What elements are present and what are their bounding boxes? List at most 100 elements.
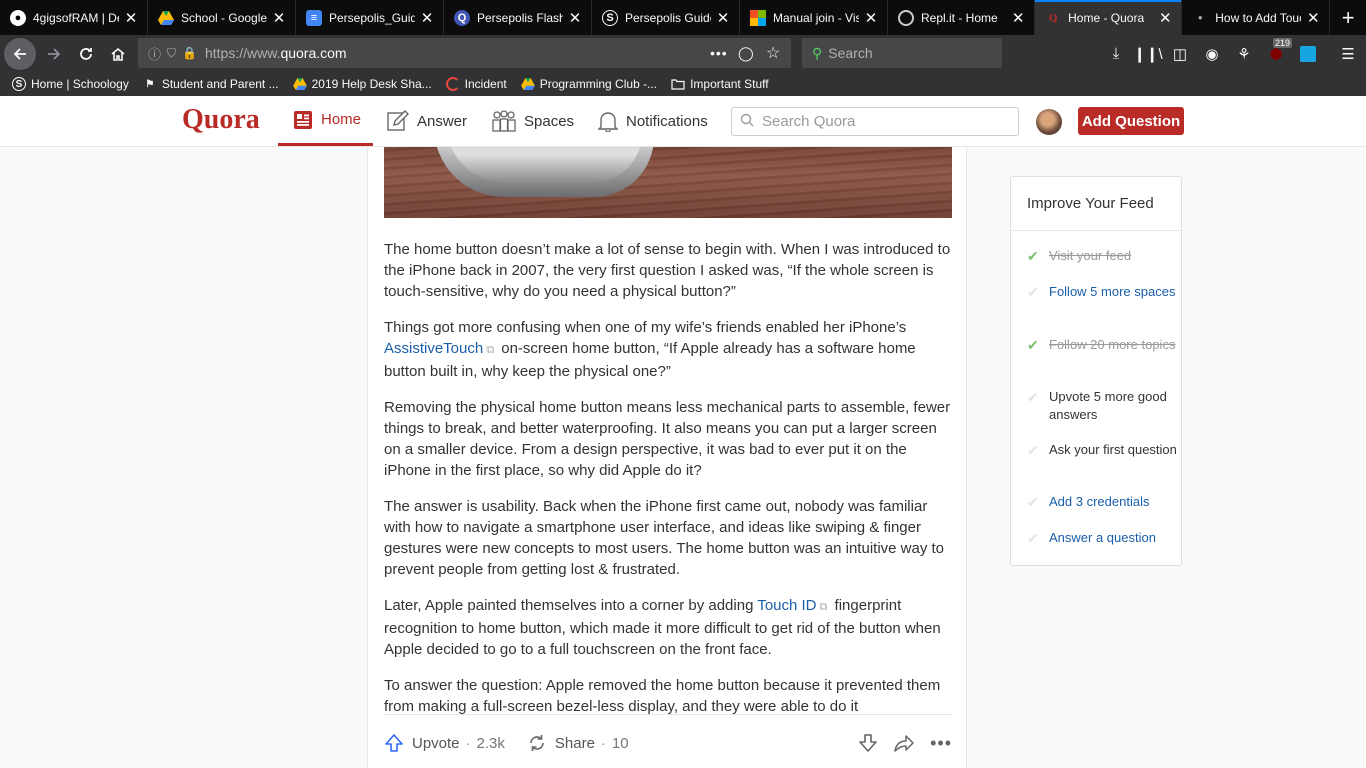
answer-actions: Upvote · 2.3k Share · 10 ••• bbox=[384, 728, 952, 758]
feed-task-label: Visit your feed bbox=[1049, 248, 1132, 263]
feed-task-add-credentials[interactable]: ✔ Add 3 credentials bbox=[1027, 493, 1177, 511]
schoology-icon: S bbox=[602, 9, 618, 26]
bookmark-star-icon[interactable]: ☆ bbox=[766, 43, 780, 63]
close-tab-icon[interactable]: ✕ bbox=[1305, 9, 1321, 27]
nav-notifications[interactable]: Notifications bbox=[598, 96, 708, 146]
google-drive-icon bbox=[292, 77, 307, 91]
feed-task-label: Ask your first question bbox=[1049, 442, 1177, 457]
tab-replit[interactable]: Repl.it - Home ✕ bbox=[888, 0, 1036, 35]
dot-icon: ● bbox=[1197, 13, 1203, 22]
pocket-icon[interactable]: ◯ bbox=[738, 45, 754, 62]
tab-persepolis-guide-schoology[interactable]: S Persepolis Guide ✕ bbox=[592, 0, 740, 35]
nav-spaces[interactable]: Spaces bbox=[492, 96, 574, 146]
tracking-shield-icon[interactable]: ⛉ bbox=[167, 46, 176, 61]
lock-icon: 🔒 bbox=[182, 46, 197, 60]
bookmark-folder-important-stuff[interactable]: Important Stuff bbox=[671, 77, 769, 91]
check-icon: ✔ bbox=[1027, 494, 1039, 510]
navigation-toolbar: ⓘ ⛉ 🔒 https://www.quora.com ••• ◯ ☆ ⚲ Se… bbox=[0, 35, 1366, 72]
tab-how-to-add-touch[interactable]: ● How to Add Touc ✕ bbox=[1182, 0, 1331, 35]
downloads-icon[interactable]: ⤓ bbox=[1100, 35, 1132, 72]
touch-id-link[interactable]: Touch ID bbox=[757, 597, 816, 614]
reload-button[interactable] bbox=[70, 38, 102, 70]
close-tab-icon[interactable]: ✕ bbox=[567, 9, 583, 27]
add-question-button[interactable]: Add Question bbox=[1078, 107, 1184, 135]
feed-task-follow-topics[interactable]: ✔ Follow 20 more topics bbox=[1027, 336, 1177, 354]
quizlet-icon: Q bbox=[454, 9, 470, 26]
home-button[interactable] bbox=[102, 38, 134, 70]
answer-image[interactable] bbox=[384, 147, 952, 218]
share-button[interactable]: Share · 10 bbox=[527, 733, 629, 753]
bookmark-programming-club[interactable]: Programming Club -... bbox=[520, 77, 657, 91]
search-placeholder: Search bbox=[828, 45, 873, 61]
close-tab-icon[interactable]: ✕ bbox=[1157, 9, 1173, 27]
assistivetouch-link[interactable]: AssistiveTouch bbox=[384, 340, 483, 357]
tab-title: Persepolis_Guide bbox=[329, 10, 415, 25]
info-icon[interactable]: ⓘ bbox=[148, 44, 161, 63]
back-button[interactable] bbox=[4, 37, 36, 70]
tab-home-quora[interactable]: Q Home - Quora ✕ bbox=[1035, 0, 1183, 35]
paragraph-text: Later, Apple painted themselves into a c… bbox=[384, 597, 758, 614]
check-icon: ✔ bbox=[1027, 284, 1039, 300]
browser-search-field[interactable]: ⚲ Search bbox=[802, 38, 1002, 68]
search-engine-icon: ⚲ bbox=[812, 44, 823, 61]
menu-icon[interactable]: ☰ bbox=[1332, 35, 1364, 72]
external-link-icon: ⧉ bbox=[819, 601, 828, 613]
back-arrow-icon bbox=[13, 47, 26, 60]
tab-title: Repl.it - Home bbox=[921, 10, 998, 25]
feed-task-label: Follow 5 more spaces bbox=[1049, 284, 1176, 299]
ublock-icon[interactable]: ⬢ 219 bbox=[1260, 35, 1292, 72]
share-icon bbox=[527, 733, 547, 753]
close-tab-icon[interactable]: ✕ bbox=[1010, 9, 1026, 27]
nav-answer[interactable]: Answer bbox=[387, 96, 467, 146]
account-icon[interactable]: ◉ bbox=[1196, 35, 1228, 72]
close-tab-icon[interactable]: ✕ bbox=[419, 9, 435, 27]
more-options-icon[interactable]: ••• bbox=[930, 733, 952, 754]
library-icon[interactable]: ❙❙\ bbox=[1132, 35, 1164, 72]
bookmark-help-desk[interactable]: 2019 Help Desk Sha... bbox=[292, 77, 432, 91]
search-placeholder: Search Quora bbox=[762, 113, 856, 130]
forward-share-icon[interactable] bbox=[894, 733, 914, 753]
feed-task-ask-question[interactable]: ✔ Ask your first question bbox=[1027, 441, 1177, 459]
answer-paragraph: Later, Apple painted themselves into a c… bbox=[384, 595, 954, 660]
feed-task-visit-feed[interactable]: ✔ Visit your feed bbox=[1027, 247, 1177, 265]
close-tab-icon[interactable]: ✕ bbox=[715, 9, 731, 27]
extension-incognito-icon[interactable]: ⚘ bbox=[1228, 35, 1260, 72]
feed-task-follow-spaces[interactable]: ✔ Follow 5 more spaces bbox=[1027, 283, 1177, 301]
tab-persepolis-flash[interactable]: Q Persepolis Flash ✕ bbox=[444, 0, 592, 35]
url-text[interactable]: https://www.quora.com bbox=[205, 45, 347, 61]
tab-school-google[interactable]: School - Google ✕ bbox=[148, 0, 296, 35]
sidebar-icon[interactable]: ◫ bbox=[1164, 35, 1196, 72]
upvote-button[interactable]: Upvote · 2.3k bbox=[384, 733, 505, 753]
check-icon: ✔ bbox=[1027, 389, 1039, 405]
close-tab-icon[interactable]: ✕ bbox=[863, 9, 879, 27]
avatar[interactable] bbox=[1036, 109, 1062, 135]
bookmark-incident[interactable]: Incident bbox=[445, 77, 507, 91]
page-actions-icon[interactable]: ••• bbox=[710, 45, 728, 61]
tab-4gigsofram[interactable]: ● 4gigsofRAM | De ✕ bbox=[0, 0, 148, 35]
ublock-badge: 219 bbox=[1272, 38, 1292, 48]
quora-logo[interactable]: Quora bbox=[182, 104, 260, 136]
downvote-icon[interactable] bbox=[858, 733, 878, 753]
new-tab-button[interactable]: + bbox=[1330, 0, 1366, 35]
feed-task-upvote-answers[interactable]: ✔ Upvote 5 more good answers bbox=[1027, 388, 1177, 424]
tab-persepolis-guide-doc[interactable]: ≡ Persepolis_Guide ✕ bbox=[296, 0, 444, 35]
close-tab-icon[interactable]: ✕ bbox=[271, 9, 287, 27]
bookmark-home-schoology[interactable]: S Home | Schoology bbox=[12, 77, 129, 91]
forward-button[interactable] bbox=[38, 38, 70, 70]
tab-manual-join[interactable]: Manual join - Vis ✕ bbox=[740, 0, 888, 35]
divider bbox=[384, 714, 952, 715]
url-bar[interactable]: ⓘ ⛉ 🔒 https://www.quora.com ••• ◯ ☆ bbox=[138, 38, 791, 68]
check-icon: ✔ bbox=[1027, 442, 1039, 458]
share-label: Share bbox=[554, 734, 595, 752]
close-tab-icon[interactable]: ✕ bbox=[123, 9, 139, 27]
bookmark-label: Incident bbox=[464, 77, 507, 91]
extension-grammarly-icon[interactable] bbox=[1292, 35, 1324, 72]
nav-home-label: Home bbox=[321, 111, 362, 128]
bookmark-student-parent[interactable]: ⚑ Student and Parent ... bbox=[143, 77, 278, 91]
nav-home[interactable]: Home bbox=[278, 96, 373, 146]
feed-task-answer-question[interactable]: ✔ Answer a question bbox=[1027, 529, 1177, 547]
quora-search-input[interactable]: Search Quora bbox=[731, 107, 1019, 136]
tab-title: Persepolis Flash bbox=[477, 10, 563, 25]
nav-answer-label: Answer bbox=[417, 112, 468, 130]
url-domain: quora.com bbox=[280, 45, 347, 61]
